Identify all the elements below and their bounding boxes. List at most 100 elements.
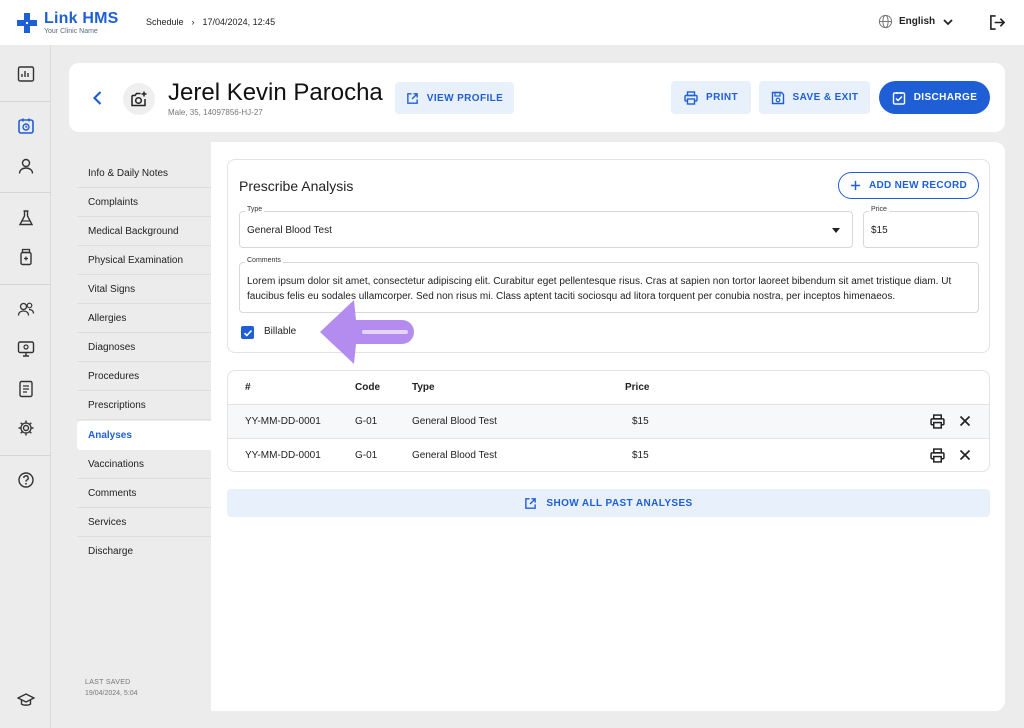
nav-item-complaints[interactable]: Complaints bbox=[77, 188, 211, 217]
row-type: General Blood Test bbox=[412, 450, 497, 461]
nav-item-vital-signs[interactable]: Vital Signs bbox=[77, 275, 211, 304]
save-exit-button[interactable]: SAVE & EXIT bbox=[759, 81, 870, 114]
printer-icon bbox=[684, 90, 698, 105]
last-saved-label: LAST SAVED bbox=[85, 679, 131, 686]
type-value: General Blood Test bbox=[247, 225, 332, 236]
language-label: English bbox=[899, 16, 936, 27]
clipboard-check-icon bbox=[892, 91, 905, 105]
rail-divider bbox=[0, 455, 51, 456]
nav-item-diagnoses[interactable]: Diagnoses bbox=[77, 333, 211, 362]
row-delete-button[interactable] bbox=[958, 448, 972, 462]
type-select[interactable]: Type General Blood Test bbox=[239, 206, 853, 248]
logout-button[interactable] bbox=[989, 14, 1006, 31]
open-external-icon bbox=[406, 92, 418, 104]
billable-checkbox[interactable] bbox=[241, 326, 254, 339]
rail-divider bbox=[0, 101, 51, 102]
price-value: $15 bbox=[871, 225, 888, 236]
nav-item-label: Vaccinations bbox=[88, 458, 144, 470]
language-selector[interactable]: English bbox=[878, 14, 955, 29]
last-saved: LAST SAVED 19/04/2024, 5:04 bbox=[85, 678, 138, 699]
view-profile-label: VIEW PROFILE bbox=[426, 92, 504, 104]
annotation-arrow-icon bbox=[320, 300, 414, 364]
rail-schedule[interactable] bbox=[15, 115, 37, 137]
print-label: PRINT bbox=[706, 92, 738, 103]
nav-item-label: Vital Signs bbox=[88, 283, 136, 295]
rail-dashboard[interactable] bbox=[15, 63, 37, 85]
nav-item-comments[interactable]: Comments bbox=[77, 479, 211, 508]
chevron-down-icon bbox=[943, 18, 953, 25]
logout-icon bbox=[990, 15, 1006, 30]
nav-item-label: Analyses bbox=[88, 430, 132, 441]
rail-learning[interactable] bbox=[15, 689, 37, 711]
nav-item-label: Physical Examination bbox=[88, 254, 184, 266]
nav-item-label: Discharge bbox=[88, 546, 134, 557]
rail-staff[interactable] bbox=[15, 298, 37, 320]
row-delete-button[interactable] bbox=[958, 414, 972, 428]
breadcrumb: Schedule › 17/04/2024, 12:45 bbox=[146, 17, 275, 27]
gear-icon bbox=[18, 420, 34, 436]
nav-item-label: Allergies bbox=[88, 312, 127, 324]
users-icon bbox=[17, 302, 35, 316]
rail-patients[interactable] bbox=[15, 155, 37, 177]
column-header-code: Code bbox=[355, 382, 380, 393]
column-header-number: # bbox=[245, 382, 251, 393]
nav-item-allergies[interactable]: Allergies bbox=[77, 304, 211, 333]
row-price: $15 bbox=[632, 416, 649, 427]
rail-settings[interactable] bbox=[15, 417, 37, 439]
column-header-price: Price bbox=[625, 382, 650, 393]
nav-item-analyses[interactable]: Analyses bbox=[77, 421, 211, 450]
rail-devices[interactable] bbox=[15, 338, 37, 360]
nav-item-label: Prescriptions bbox=[88, 399, 146, 411]
breadcrumb-separator: › bbox=[191, 17, 195, 27]
rail-laboratory[interactable] bbox=[15, 207, 37, 229]
table-row[interactable]: YY-MM-DD-0001 G-01 General Blood Test $1… bbox=[228, 404, 989, 438]
calendar-icon bbox=[18, 118, 34, 134]
plus-icon bbox=[850, 180, 861, 191]
rail-reports[interactable] bbox=[15, 378, 37, 400]
breadcrumb-datetime: 17/04/2024, 12:45 bbox=[202, 17, 276, 27]
view-profile-button[interactable]: VIEW PROFILE bbox=[395, 82, 514, 114]
dropdown-arrow-icon bbox=[832, 228, 840, 233]
nav-item-info-daily-notes[interactable]: Info & Daily Notes bbox=[77, 159, 211, 188]
row-code: G-01 bbox=[355, 416, 378, 427]
top-bar: Link HMS Your Clinic Name Schedule › 17/… bbox=[0, 0, 1024, 45]
nav-item-discharge[interactable]: Discharge bbox=[77, 537, 211, 566]
price-field[interactable]: Price $15 bbox=[863, 206, 979, 248]
row-print-button[interactable] bbox=[930, 448, 945, 463]
nav-item-services[interactable]: Services bbox=[77, 508, 211, 537]
clinic-name: Your Clinic Name bbox=[44, 28, 98, 35]
type-label: Type bbox=[245, 206, 265, 213]
add-new-record-button[interactable]: ADD NEW RECORD bbox=[838, 172, 979, 199]
report-icon bbox=[19, 380, 33, 398]
user-icon bbox=[18, 158, 34, 174]
section-nav: Info & Daily Notes Complaints Medical Ba… bbox=[69, 142, 211, 711]
nav-item-prescriptions[interactable]: Prescriptions bbox=[77, 391, 211, 420]
print-button[interactable]: PRINT bbox=[671, 81, 751, 114]
row-print-button[interactable] bbox=[930, 414, 945, 429]
save-exit-label: SAVE & EXIT bbox=[792, 92, 859, 103]
nav-item-label: Info & Daily Notes bbox=[88, 167, 169, 179]
nav-item-medical-background[interactable]: Medical Background bbox=[77, 217, 211, 246]
patient-photo-button[interactable] bbox=[123, 83, 155, 115]
rail-help[interactable] bbox=[15, 469, 37, 491]
back-button[interactable] bbox=[89, 89, 107, 107]
flask-icon bbox=[18, 210, 34, 226]
discharge-button[interactable]: DISCHARGE bbox=[879, 81, 990, 114]
breadcrumb-schedule[interactable]: Schedule bbox=[146, 17, 184, 27]
rail-pharmacy[interactable] bbox=[15, 246, 37, 268]
icon-rail bbox=[0, 45, 51, 728]
open-external-icon bbox=[525, 497, 537, 509]
nav-item-procedures[interactable]: Procedures bbox=[77, 362, 211, 391]
nav-item-label: Complaints bbox=[88, 196, 139, 208]
nav-item-physical-examination[interactable]: Physical Examination bbox=[77, 246, 211, 275]
rail-divider bbox=[0, 192, 51, 193]
close-icon bbox=[959, 449, 971, 461]
table-row[interactable]: YY-MM-DD-0001 G-01 General Blood Test $1… bbox=[228, 438, 989, 471]
add-new-record-label: ADD NEW RECORD bbox=[868, 180, 968, 191]
show-all-past-analyses-button[interactable]: SHOW ALL PAST ANALYSES bbox=[227, 489, 990, 517]
nav-item-vaccinations[interactable]: Vaccinations bbox=[77, 450, 211, 479]
row-type: General Blood Test bbox=[412, 416, 497, 427]
nav-item-label: Medical Background bbox=[88, 225, 179, 237]
app-logo[interactable]: Link HMS Your Clinic Name bbox=[16, 11, 119, 35]
chevron-left-icon bbox=[92, 91, 102, 105]
